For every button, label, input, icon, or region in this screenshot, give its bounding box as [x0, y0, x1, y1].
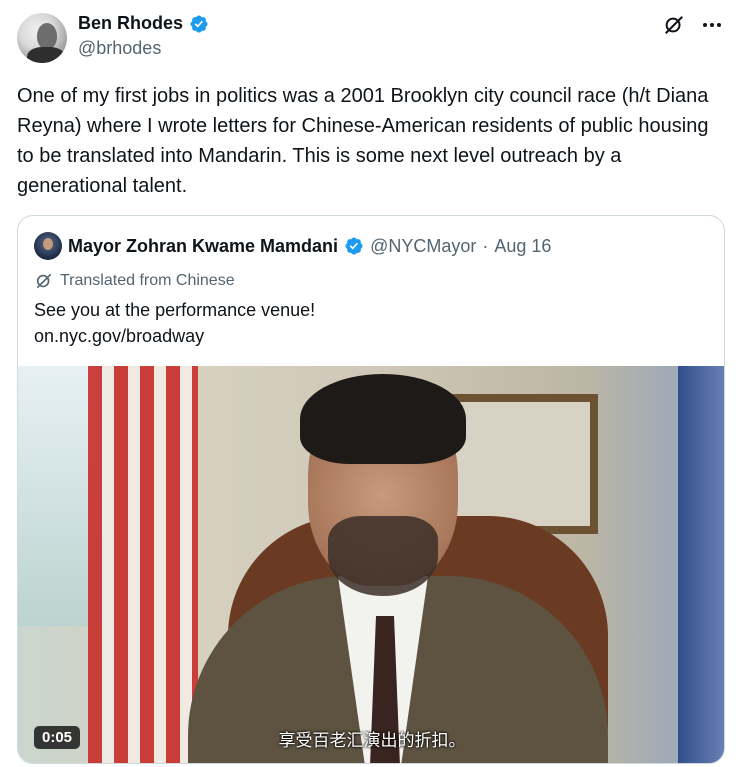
video-subtitle: 享受百老汇演出的折扣。 [278, 731, 466, 751]
video-person-beard [328, 516, 438, 596]
tweet-actions [663, 14, 723, 36]
video-us-flag [88, 366, 198, 763]
quoted-tweet[interactable]: Mayor Zohran Kwame Mamdani @NYCMayor · A… [17, 215, 725, 764]
author-name-row: Ben Rhodes [78, 13, 209, 34]
author-handle[interactable]: @brhodes [78, 38, 161, 59]
quoted-text-line: See you at the performance venue! [34, 300, 316, 320]
translated-notice: Translated from Chinese [34, 271, 235, 291]
grok-icon[interactable] [663, 14, 685, 36]
verified-badge-icon [190, 14, 208, 33]
quoted-header: Mayor Zohran Kwame Mamdani @NYCMayor · A… [34, 232, 551, 260]
quoted-handle[interactable]: @NYCMayor [370, 236, 476, 257]
tweet-text: One of my first jobs in politics was a 2… [17, 85, 709, 197]
more-icon[interactable] [701, 14, 723, 36]
quoted-date[interactable]: Aug 16 [494, 236, 551, 257]
translated-label: Translated from Chinese [60, 272, 235, 289]
video-city-flag [678, 366, 724, 763]
tweet[interactable]: Ben Rhodes @brhodes One of my first jobs… [0, 0, 738, 767]
verified-badge-icon [345, 237, 363, 255]
video-person-hair [300, 374, 466, 464]
quoted-avatar[interactable] [34, 232, 62, 260]
video-window-bg [18, 366, 98, 626]
author-name[interactable]: Ben Rhodes [78, 13, 183, 34]
quoted-link[interactable]: on.nyc.gov/broadway [34, 323, 315, 349]
author-avatar[interactable] [17, 13, 67, 63]
video-player[interactable]: 0:05 享受百老汇演出的折扣。 [18, 366, 724, 763]
quoted-author-name[interactable]: Mayor Zohran Kwame Mamdani [68, 236, 338, 257]
translate-icon [36, 273, 52, 289]
meta-separator: · [482, 235, 489, 256]
quoted-text: See you at the performance venue! on.nyc… [34, 297, 315, 349]
